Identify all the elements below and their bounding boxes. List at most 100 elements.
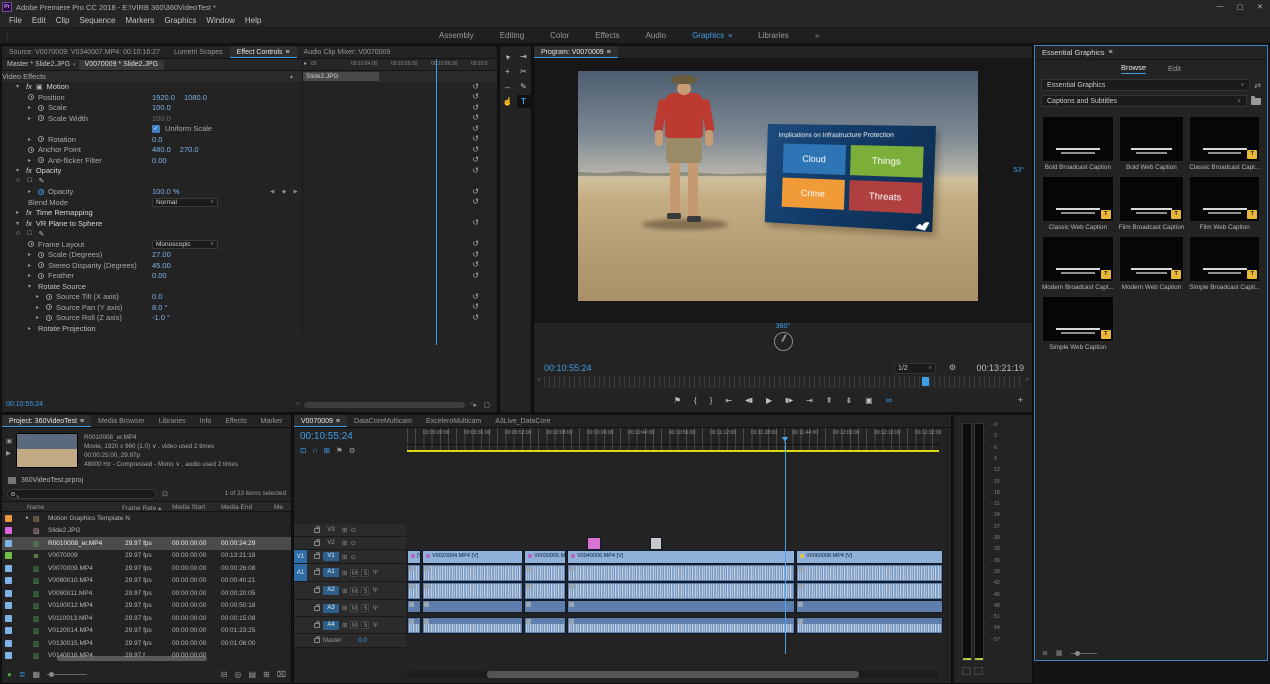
project-tab-overflow[interactable]: » — [289, 415, 291, 427]
audio-clip[interactable] — [524, 617, 566, 634]
panel-menu-icon[interactable]: ≡ — [80, 418, 84, 425]
twirl-icon[interactable]: ▸ — [28, 115, 34, 122]
label-color-swatch[interactable] — [5, 640, 12, 647]
menu-edit[interactable]: Edit — [27, 16, 51, 25]
param-value[interactable]: 0.00 — [152, 156, 167, 165]
snap-toggle[interactable]: ∩ — [312, 446, 317, 455]
stopwatch-icon[interactable] — [28, 147, 34, 153]
free-draw-bezier-button[interactable]: ✎ — [38, 177, 44, 185]
reset-parameter-button[interactable]: ↺ — [472, 239, 479, 250]
workspace-overflow-button[interactable]: » — [815, 31, 819, 40]
monitor-settings-icon[interactable]: ⚙ — [949, 363, 956, 372]
template-bold-broadcast-caption[interactable]: Bold Broadcast Caption — [1042, 116, 1114, 171]
audio-clip[interactable] — [524, 582, 566, 600]
reset-parameter-button[interactable]: ↺ — [472, 187, 479, 198]
vr-angle-value[interactable]: 360° — [534, 323, 1032, 330]
reset-parameter-button[interactable]: ↺ — [472, 92, 479, 103]
keyframe-lane[interactable]: ↺ — [302, 155, 497, 166]
maximize-button[interactable]: ▢ — [1230, 3, 1250, 11]
param-value[interactable]: 0.00 — [152, 271, 167, 280]
free-draw-bezier-button[interactable]: ✎ — [38, 230, 44, 238]
menu-clip[interactable]: Clip — [51, 16, 75, 25]
effect-row-position[interactable]: Position 1920.0 1080.0 ↺ — [2, 92, 497, 103]
keyframe-lane[interactable]: ↺ — [302, 313, 497, 324]
label-color-swatch[interactable] — [5, 515, 12, 522]
go-to-in-button[interactable]: ⇤ — [725, 396, 732, 405]
template-classic-web-caption[interactable]: T Classic Web Caption — [1042, 176, 1114, 231]
voice-over-record-icon[interactable]: Ψ — [372, 587, 377, 594]
template-modern-web-caption[interactable]: T Modern Web Caption — [1119, 236, 1184, 291]
template-bold-web-caption[interactable]: Bold Web Caption — [1119, 116, 1184, 171]
audio-clip[interactable] — [524, 564, 566, 582]
ripple-edit-tool[interactable]: + — [501, 65, 515, 78]
effect-row-source-tilt-x-axis[interactable]: ▸ Source Tilt (X axis) 0.0 ↺ — [2, 292, 497, 303]
create-ellipse-mask-button[interactable]: ○ — [16, 177, 20, 185]
workspace-tab-audio[interactable]: Audio — [634, 31, 678, 40]
keyframe-lane[interactable] — [302, 281, 497, 292]
track-target-a2[interactable]: A2 — [323, 586, 339, 595]
new-item-button[interactable]: ⊞ — [263, 670, 270, 679]
keyframe-lane[interactable]: ↺ — [302, 103, 497, 114]
timeline-clip-graphic-clip[interactable] — [650, 537, 662, 550]
sequence-tab-a3live-datacore[interactable]: A3Live_DataCore — [488, 415, 557, 427]
audio-clip[interactable] — [407, 617, 421, 634]
icon-view-button[interactable]: ▦ — [33, 670, 41, 679]
timeline-clip-slide2-jpg[interactable] — [587, 537, 601, 550]
pen-tool[interactable]: ✎ — [517, 80, 531, 93]
timeline-clip-v[interactable]: [V] — [407, 550, 421, 564]
param-value[interactable]: 270.0 — [180, 145, 199, 154]
param-value[interactable]: 1080.0 — [184, 93, 207, 102]
panel-menu-icon[interactable]: ≡ — [728, 33, 732, 40]
column-header-media-end[interactable]: Media End — [221, 504, 252, 511]
twirl-icon[interactable]: ▸ — [28, 272, 34, 279]
project-row-v0120014-mp4[interactable]: ▥ V0120014.MP4 29.97 fps 00:00:00:00 00:01:2… — [2, 625, 291, 638]
track-target-a4[interactable]: A4 — [323, 621, 339, 630]
reset-parameter-button[interactable]: ↺ — [472, 134, 479, 145]
param-value[interactable]: 0.0 — [152, 135, 162, 144]
keyframe-lane[interactable]: ↺ — [302, 187, 497, 198]
param-value[interactable]: 1920.0 — [152, 93, 175, 102]
effect-controls-mini-ruler[interactable]: ▸ 00 00:10:54:00 00:10:55:00 00:10:56:00 00:… — [302, 59, 497, 71]
keyframe-lane[interactable]: ↺ — [302, 145, 497, 156]
effect-row-scale-width[interactable]: ▸ Scale Width 100.0 ↺ — [2, 113, 497, 124]
create-rect-mask-button[interactable]: □ — [27, 177, 31, 185]
reset-parameter-button[interactable]: ↺ — [472, 292, 479, 303]
menu-sequence[interactable]: Sequence — [74, 16, 120, 25]
param-value[interactable]: 45.00 — [152, 261, 171, 270]
scrubber-playhead[interactable] — [922, 377, 929, 386]
reset-parameter-button[interactable]: ↺ — [472, 82, 479, 93]
timeline-timecode[interactable]: 00:10:55:24 — [300, 431, 353, 442]
effect-controls-timecode[interactable]: 00:10:55:24 — [6, 401, 43, 408]
panel-menu-icon[interactable]: ≡ — [285, 49, 289, 56]
audio-clip[interactable] — [567, 600, 795, 613]
workspace-tab-libraries[interactable]: Libraries — [746, 31, 801, 40]
mark-out-button[interactable]: } — [710, 396, 713, 405]
tab-browse[interactable]: Browse — [1121, 63, 1146, 74]
keyframe-lane[interactable]: ↺ — [302, 82, 497, 93]
label-color-swatch[interactable] — [5, 615, 12, 622]
column-header-me[interactable]: Me — [274, 504, 283, 511]
minimize-button[interactable]: — — [1210, 3, 1230, 11]
menu-help[interactable]: Help — [240, 16, 266, 25]
menu-file[interactable]: File — [4, 16, 27, 25]
list-view-icon[interactable]: ≣ — [1042, 649, 1048, 657]
label-color-swatch[interactable] — [5, 540, 12, 547]
program-video-frame[interactable]: Implications on Infrastructure Protectio… — [578, 71, 978, 301]
library-dropdown[interactable]: Essential Graphics ∨ — [1041, 79, 1250, 91]
sync-lock-icon[interactable]: ⊞ — [342, 587, 347, 595]
stopwatch-icon[interactable] — [38, 157, 44, 163]
add-marker-button[interactable]: ⚑ — [336, 446, 343, 455]
track-header-a4[interactable]: A4 ⊞ M S Ψ — [294, 617, 406, 634]
reset-parameter-button[interactable]: ↺ — [472, 313, 479, 324]
project-tab-effects[interactable]: Effects — [218, 415, 253, 427]
reset-parameter-button[interactable]: ↺ — [472, 124, 479, 135]
param-value[interactable]: 0.0 — [152, 292, 162, 301]
mute-button[interactable]: M — [350, 604, 358, 612]
stopwatch-icon[interactable] — [38, 252, 44, 258]
panel-menu-icon[interactable]: ≡ — [607, 49, 611, 56]
reset-parameter-button[interactable]: ↺ — [472, 166, 479, 177]
track-target-v1[interactable]: V1 — [323, 552, 339, 561]
source-patch[interactable] — [294, 582, 307, 599]
source-patch[interactable] — [294, 524, 307, 536]
keyframe-lane[interactable]: ↺ — [302, 124, 497, 135]
